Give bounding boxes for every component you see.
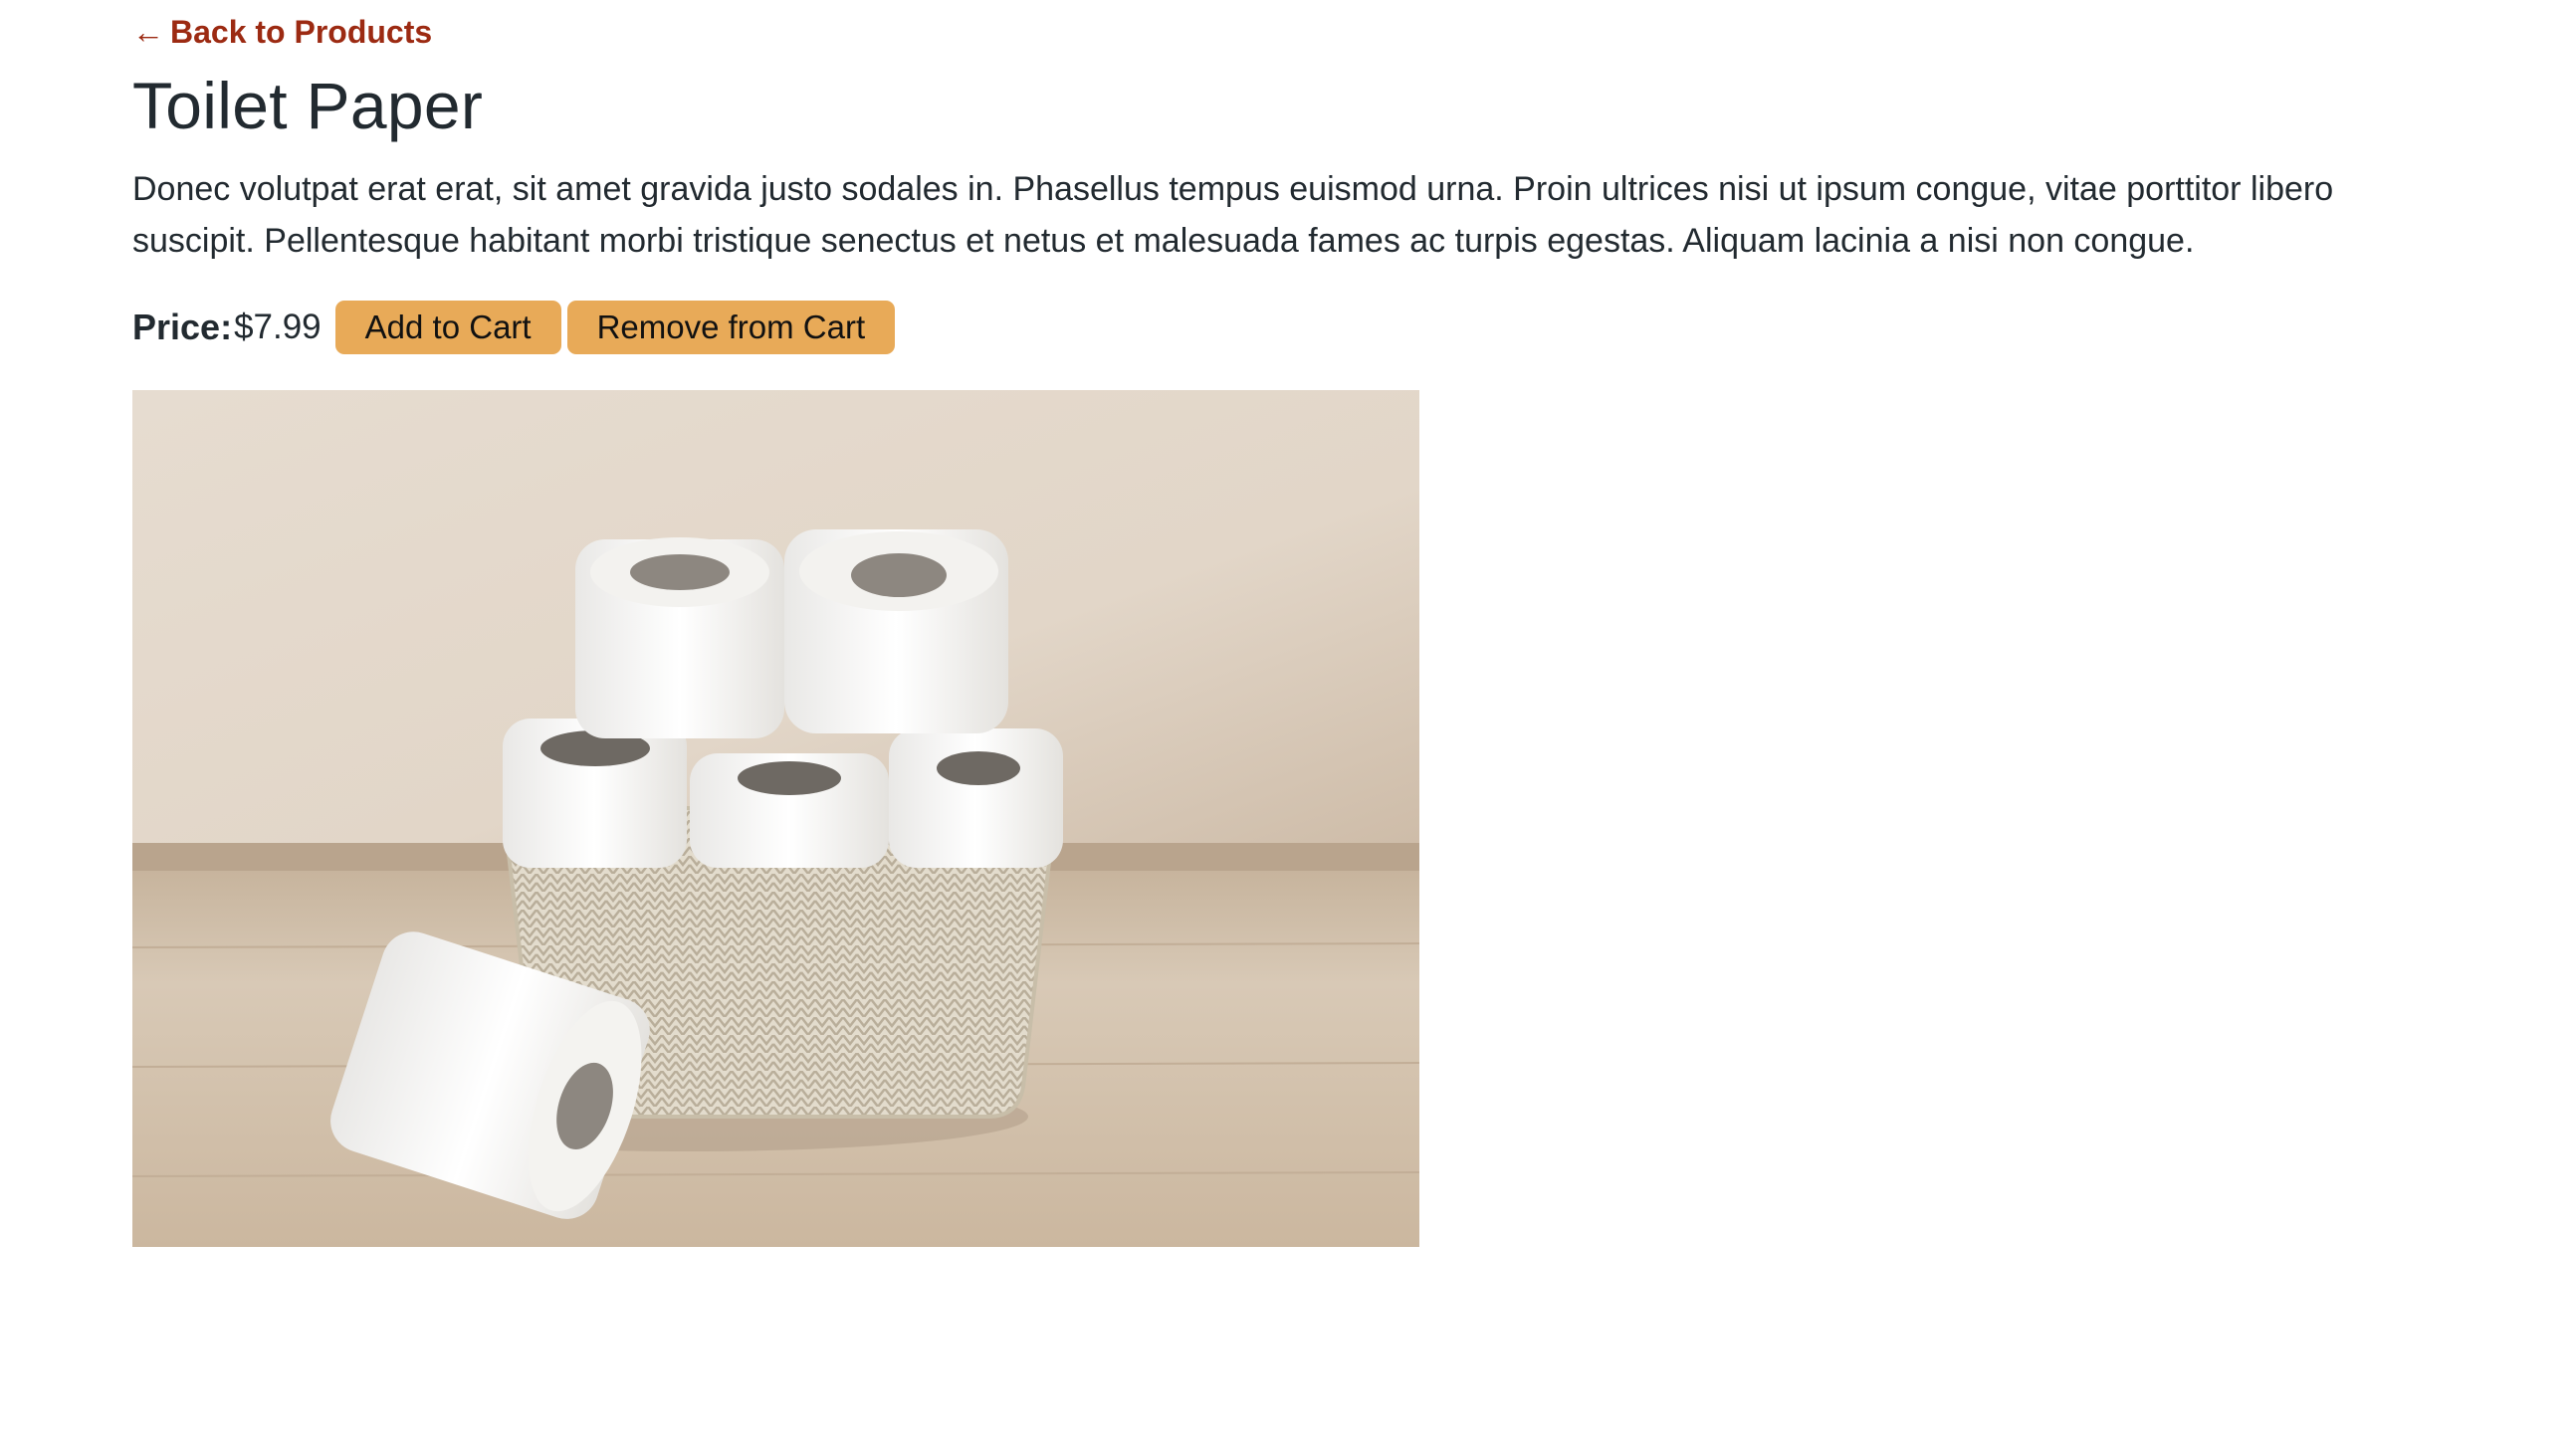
product-image: [132, 390, 1419, 1247]
price-value: $7.99: [234, 308, 322, 346]
back-to-products-link[interactable]: ← Back to Products: [132, 12, 432, 52]
add-to-cart-button[interactable]: Add to Cart: [334, 301, 561, 354]
product-description: Donec volutpat erat erat, sit amet gravi…: [132, 170, 2334, 260]
price-row: Price: $7.99 Add to Cart Remove from Car…: [132, 301, 2444, 354]
product-container: ← Back to Products Toilet Paper Donec vol…: [132, 0, 2444, 1247]
back-link-label: Back to Products: [170, 14, 433, 50]
left-arrow-icon: ←: [132, 14, 164, 50]
price-label: Price:: [132, 307, 233, 347]
remove-from-cart-button[interactable]: Remove from Cart: [566, 301, 896, 354]
product-title: Toilet Paper: [132, 69, 484, 142]
product-page: ← Back to Products Toilet Paper Donec vol…: [0, 0, 2576, 1443]
